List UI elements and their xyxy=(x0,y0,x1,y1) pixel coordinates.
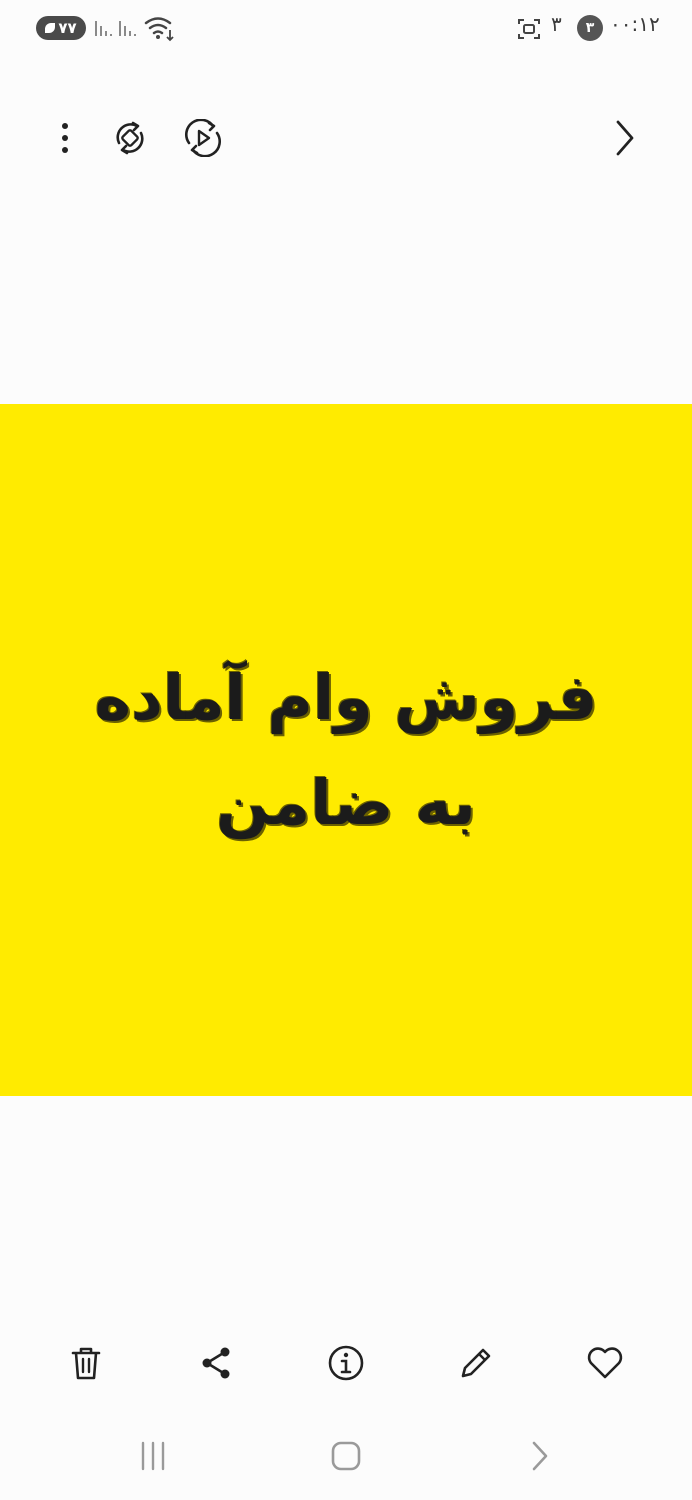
motion-photo-button[interactable] xyxy=(178,113,228,163)
favorite-icon xyxy=(587,1347,623,1379)
details-button[interactable] xyxy=(320,1337,372,1389)
more-options-icon xyxy=(62,123,68,153)
screenshot-icon xyxy=(518,19,540,39)
back-button[interactable] xyxy=(512,1430,568,1482)
forward-chevron-icon xyxy=(616,120,634,156)
status-bar: ۷۷ ۳ ۳ ۰۰:۱۲ xyxy=(0,0,692,58)
delete-button[interactable] xyxy=(60,1337,112,1389)
recents-icon xyxy=(141,1441,165,1471)
share-button[interactable] xyxy=(190,1337,242,1389)
recents-button[interactable] xyxy=(125,1430,181,1482)
favorite-button[interactable] xyxy=(579,1337,631,1389)
forward-button[interactable] xyxy=(600,113,650,163)
signal-strength-icon-2 xyxy=(119,21,136,36)
rotate-icon xyxy=(116,121,144,155)
info-icon xyxy=(328,1345,364,1381)
auto-rotate-button[interactable] xyxy=(105,113,155,163)
delete-icon xyxy=(71,1347,101,1380)
edit-icon xyxy=(461,1348,491,1378)
motion-photo-icon xyxy=(185,119,221,157)
signal-strength-icon xyxy=(95,21,112,36)
back-icon xyxy=(532,1441,548,1471)
edit-button[interactable] xyxy=(450,1337,502,1389)
wifi-icon xyxy=(144,17,174,42)
photo-viewer-image[interactable]: فروش وام آماده به ضامن xyxy=(0,404,692,1096)
battery-level: ۷۷ xyxy=(58,19,77,37)
clock: ۰۰:۱۲ xyxy=(610,12,660,36)
home-icon xyxy=(331,1441,361,1471)
share-icon xyxy=(202,1347,230,1379)
status-indicator-text: ۳ xyxy=(551,12,562,36)
image-text-line-1: فروش وام آماده xyxy=(94,660,598,734)
more-options-button[interactable] xyxy=(40,113,90,163)
home-button[interactable] xyxy=(318,1430,374,1482)
battery-indicator: ۷۷ xyxy=(36,16,86,40)
notification-badge: ۳ xyxy=(577,15,603,41)
battery-saver-icon xyxy=(45,23,56,33)
image-text-line-2: به ضامن xyxy=(216,766,476,839)
